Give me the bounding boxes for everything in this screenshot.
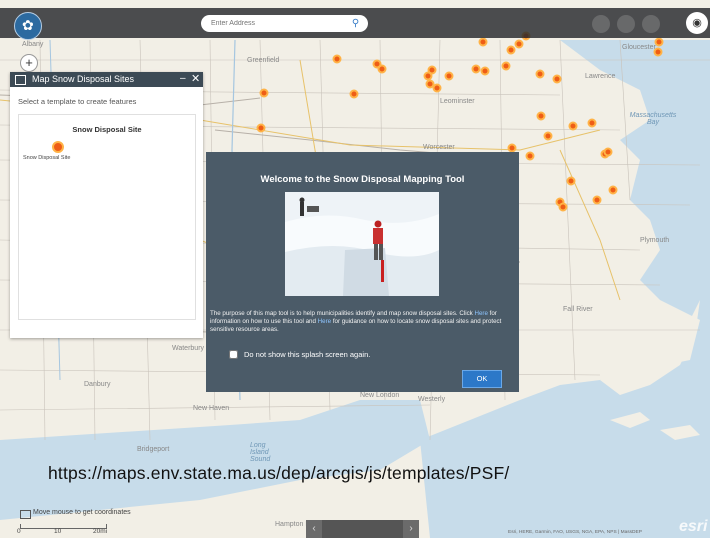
- splash-text-1: The purpose of this map tool is to help …: [210, 310, 475, 317]
- coordinates-label: Move mouse to get coordinates: [33, 509, 131, 516]
- point-symbol-icon: [52, 141, 64, 153]
- place-plymouth: Plymouth: [640, 237, 670, 244]
- map-attribution: Esri, HERE, Garmin, FAO, USGS, NGA, EPA,…: [508, 530, 642, 535]
- place-new-haven: New Haven: [193, 405, 230, 412]
- panel-title: Map Snow Disposal Sites: [32, 74, 135, 84]
- esri-logo: esri: [679, 518, 708, 535]
- place-long-island-sound: Long Island Sound: [250, 442, 271, 463]
- place-fall-river: Fall River: [563, 306, 593, 313]
- place-bridgeport: Bridgeport: [137, 446, 170, 453]
- place-lawrence: Lawrence: [585, 73, 616, 80]
- template-picker: Snow Disposal Site Snow Disposal Site: [18, 114, 196, 320]
- place-waterbury: Waterbury: [172, 345, 205, 352]
- snow-removal-photo: [285, 192, 439, 296]
- zoom-in-button[interactable]: +: [20, 54, 38, 72]
- ok-button[interactable]: OK: [462, 370, 502, 388]
- seal-icon: ✿: [22, 17, 34, 33]
- feature-template-panel: Map Snow Disposal Sites – ✕ Select a tem…: [10, 72, 203, 338]
- splash-title: Welcome to the Snow Disposal Mapping Too…: [260, 174, 465, 185]
- place-danbury: Danbury: [84, 381, 111, 388]
- basemap-tool-button[interactable]: [592, 15, 610, 33]
- close-icon[interactable]: ✕: [191, 72, 200, 85]
- hide-splash-label: Do not show this splash screen again.: [244, 350, 371, 359]
- splash-description: The purpose of this map tool is to help …: [210, 310, 514, 334]
- chevron-left-icon[interactable]: ‹: [306, 520, 322, 538]
- splash-dialog: Welcome to the Snow Disposal Mapping Too…: [206, 152, 519, 392]
- snow-disposal-site-template[interactable]: Snow Disposal Site: [23, 139, 83, 163]
- search-icon[interactable]: ⚲: [349, 17, 362, 30]
- place-westerly: Westerly: [418, 396, 446, 403]
- siting-guidance-link[interactable]: Here: [318, 318, 331, 325]
- layers-tool-button[interactable]: [642, 15, 660, 33]
- place-massachusetts-bay: Massachusetts Bay: [629, 112, 677, 126]
- place-leominster: Leominster: [440, 98, 475, 105]
- chevron-right-icon[interactable]: ›: [403, 520, 419, 538]
- template-label: Snow Disposal Site: [23, 155, 71, 161]
- minimize-button[interactable]: –: [180, 73, 186, 84]
- place-new-london: New London: [360, 392, 400, 399]
- scale-label-0: 0: [17, 528, 21, 535]
- url-caption: https://maps.env.state.ma.us/dep/arcgis/…: [48, 463, 510, 483]
- measure-tool-button[interactable]: [617, 15, 635, 33]
- place-greenfield: Greenfield: [247, 57, 280, 64]
- scale-label-20: 20mi: [93, 528, 108, 535]
- place-gloucester: Gloucester: [622, 44, 656, 51]
- address-search: ⚲: [201, 15, 368, 32]
- panel-icon: [15, 75, 26, 85]
- address-search-input[interactable]: [211, 18, 341, 29]
- massachusetts-seal-logo: ✿: [14, 12, 42, 40]
- usage-help-link[interactable]: Here: [474, 310, 487, 317]
- place-albany: Albany: [22, 41, 44, 48]
- time-slider[interactable]: ‹ ›: [306, 520, 419, 538]
- snow-photo-illustration: [285, 192, 439, 296]
- panel-header: Map Snow Disposal Sites – ✕: [10, 72, 203, 87]
- coordinates-icon: [20, 510, 31, 519]
- eye-icon[interactable]: ◉: [686, 12, 708, 34]
- scale-label-10: 10: [54, 528, 62, 535]
- hide-splash-checkbox[interactable]: [229, 350, 238, 359]
- place-worcester: Worcester: [423, 144, 455, 151]
- template-group-heading: Snow Disposal Site: [72, 125, 142, 134]
- template-instruction: Select a template to create features: [18, 97, 137, 106]
